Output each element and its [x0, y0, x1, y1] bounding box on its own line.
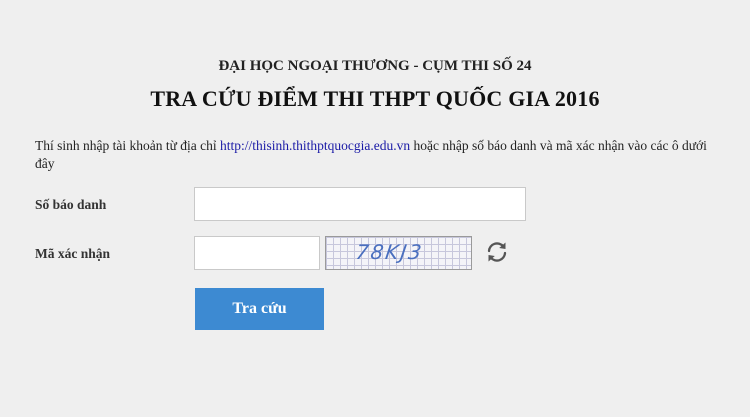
sbd-label: Số báo danh — [35, 197, 107, 212]
captcha-image: 78KJ3 — [325, 236, 472, 270]
sbd-input[interactable] — [194, 187, 526, 221]
intro-text: Thí sinh nhập tài khoản từ địa chỉ http:… — [35, 137, 725, 173]
mxn-label: Mã xác nhận — [35, 246, 111, 261]
intro-text-before: Thí sinh nhập tài khoản từ địa chỉ — [35, 138, 221, 153]
thisinh-link[interactable]: http://thisinh.thithptquocgia.edu.vn — [220, 138, 410, 153]
search-button[interactable]: Tra cứu — [195, 288, 324, 330]
mxn-input[interactable] — [194, 236, 320, 270]
refresh-icon[interactable] — [484, 239, 510, 265]
captcha-text: 78KJ3 — [354, 240, 425, 264]
refresh-icon-graphic — [487, 242, 507, 262]
page-title: TRA CỨU ĐIỂM THI THPT QUỐC GIA 2016 — [150, 86, 600, 111]
page-subtitle: ĐẠI HỌC NGOẠI THƯƠNG - CỤM THI SỐ 24 — [218, 58, 532, 74]
